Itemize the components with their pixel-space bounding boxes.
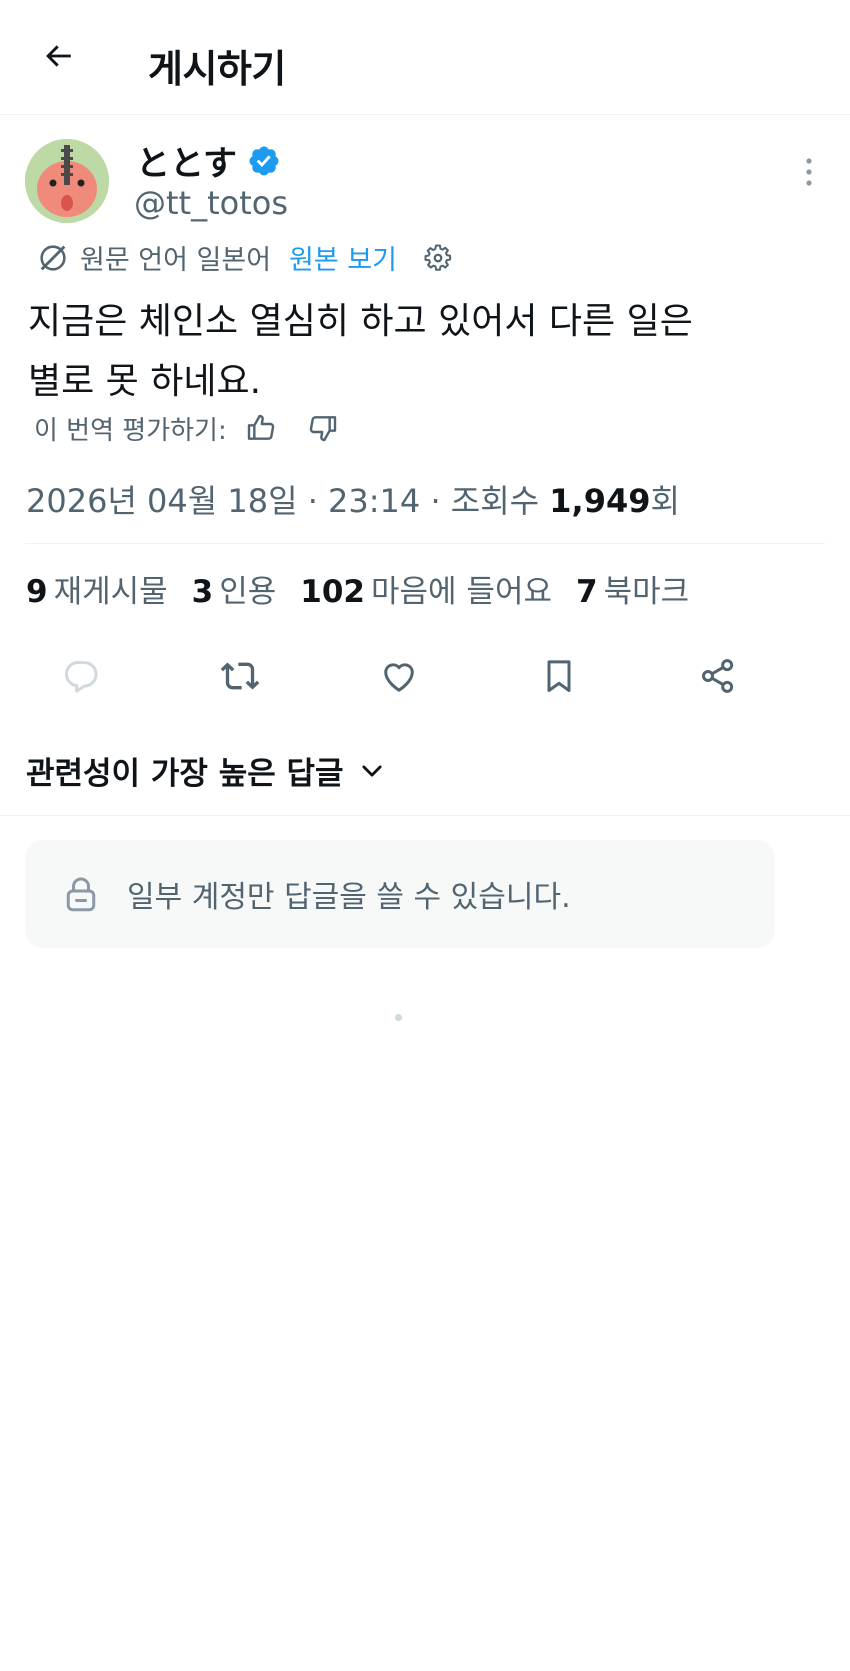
share-button[interactable] (690, 650, 746, 706)
stat-count: 9 (26, 574, 48, 610)
thumbs-down-icon[interactable] (307, 412, 341, 446)
heart-icon (379, 656, 419, 700)
display-name: ととす (136, 144, 237, 184)
top-bar: 게시하기 (0, 0, 850, 115)
avatar[interactable] (25, 139, 109, 223)
bookmark-button[interactable] (531, 650, 587, 706)
stat-likes[interactable]: 102 마음에 들어요 (300, 566, 552, 611)
restriction-message: 일부 계정만 답글을 쓸 수 있습니다. (127, 880, 571, 915)
stat-reposts[interactable]: 9 재게시물 (26, 566, 168, 611)
lock-icon (63, 874, 99, 914)
view-count: 1,949 (549, 482, 651, 520)
stat-label: 마음에 들어요 (371, 574, 552, 610)
post-actions (0, 650, 850, 706)
thumbs-up-icon[interactable] (245, 412, 279, 446)
stat-count: 102 (300, 574, 366, 610)
stat-bookmarks[interactable]: 7 북마크 (576, 566, 689, 611)
chevron-down-icon (358, 757, 386, 785)
rate-translation-label: 이 번역 평가하기: (34, 416, 227, 446)
divider (25, 543, 825, 544)
repost-button[interactable] (212, 650, 268, 706)
stat-quotes[interactable]: 3 인용 (192, 566, 277, 611)
bookmark-icon (539, 656, 579, 700)
repost-icon (220, 656, 260, 700)
back-button[interactable] (30, 30, 86, 86)
more-options-button[interactable] (794, 156, 824, 192)
view-count-suffix: 회 (650, 482, 680, 520)
share-icon (698, 656, 738, 700)
reply-restriction-notice: 일부 계정만 답글을 쓸 수 있습니다. (25, 840, 775, 948)
reply-button[interactable] (52, 650, 108, 706)
post-timestamp: 2026년 04월 18일 · 23:14 · 조회수 1,949회 (26, 476, 680, 522)
engagement-stats: 9 재게시물 3 인용 102 마음에 들어요 7 북마크 (26, 566, 713, 611)
translation-info: 원문 언어 일본어 원본 보기 (36, 238, 453, 277)
replies-sort-dropdown[interactable]: 관련성이 가장 높은 답글 (26, 748, 386, 793)
user-handle[interactable]: @tt_totos (134, 184, 288, 222)
page-title: 게시하기 (148, 47, 286, 91)
replies-sort-label: 관련성이 가장 높은 답글 (26, 756, 344, 792)
post-text-line: 별로 못 하네요. (28, 361, 262, 402)
stat-label: 북마크 (603, 574, 690, 610)
like-button[interactable] (371, 650, 427, 706)
author-name-row[interactable]: ととす (136, 136, 281, 185)
post-text-line: 지금은 체인소 열심히 하고 있어서 다른 일은 (28, 301, 693, 342)
stat-count: 7 (576, 574, 598, 610)
more-vertical-icon (804, 157, 814, 191)
translate-icon (36, 241, 70, 275)
loading-indicator (395, 1014, 402, 1021)
arrow-left-icon (41, 39, 75, 77)
post-text: 지금은 체인소 열심히 하고 있어서 다른 일은 별로 못 하네요. (28, 292, 818, 412)
verified-badge-icon (247, 144, 281, 178)
stat-label: 인용 (219, 574, 277, 610)
translation-rating: 이 번역 평가하기: (34, 410, 341, 447)
stat-label: 재게시물 (53, 574, 168, 610)
gear-icon[interactable] (423, 243, 453, 273)
divider (0, 815, 850, 816)
view-original-link[interactable]: 원본 보기 (289, 238, 397, 277)
translation-source-label: 원문 언어 일본어 (80, 245, 272, 276)
timestamp-text[interactable]: 2026년 04월 18일 · 23:14 · 조회수 (26, 482, 549, 520)
reply-icon (60, 656, 100, 700)
stat-count: 3 (191, 574, 214, 610)
